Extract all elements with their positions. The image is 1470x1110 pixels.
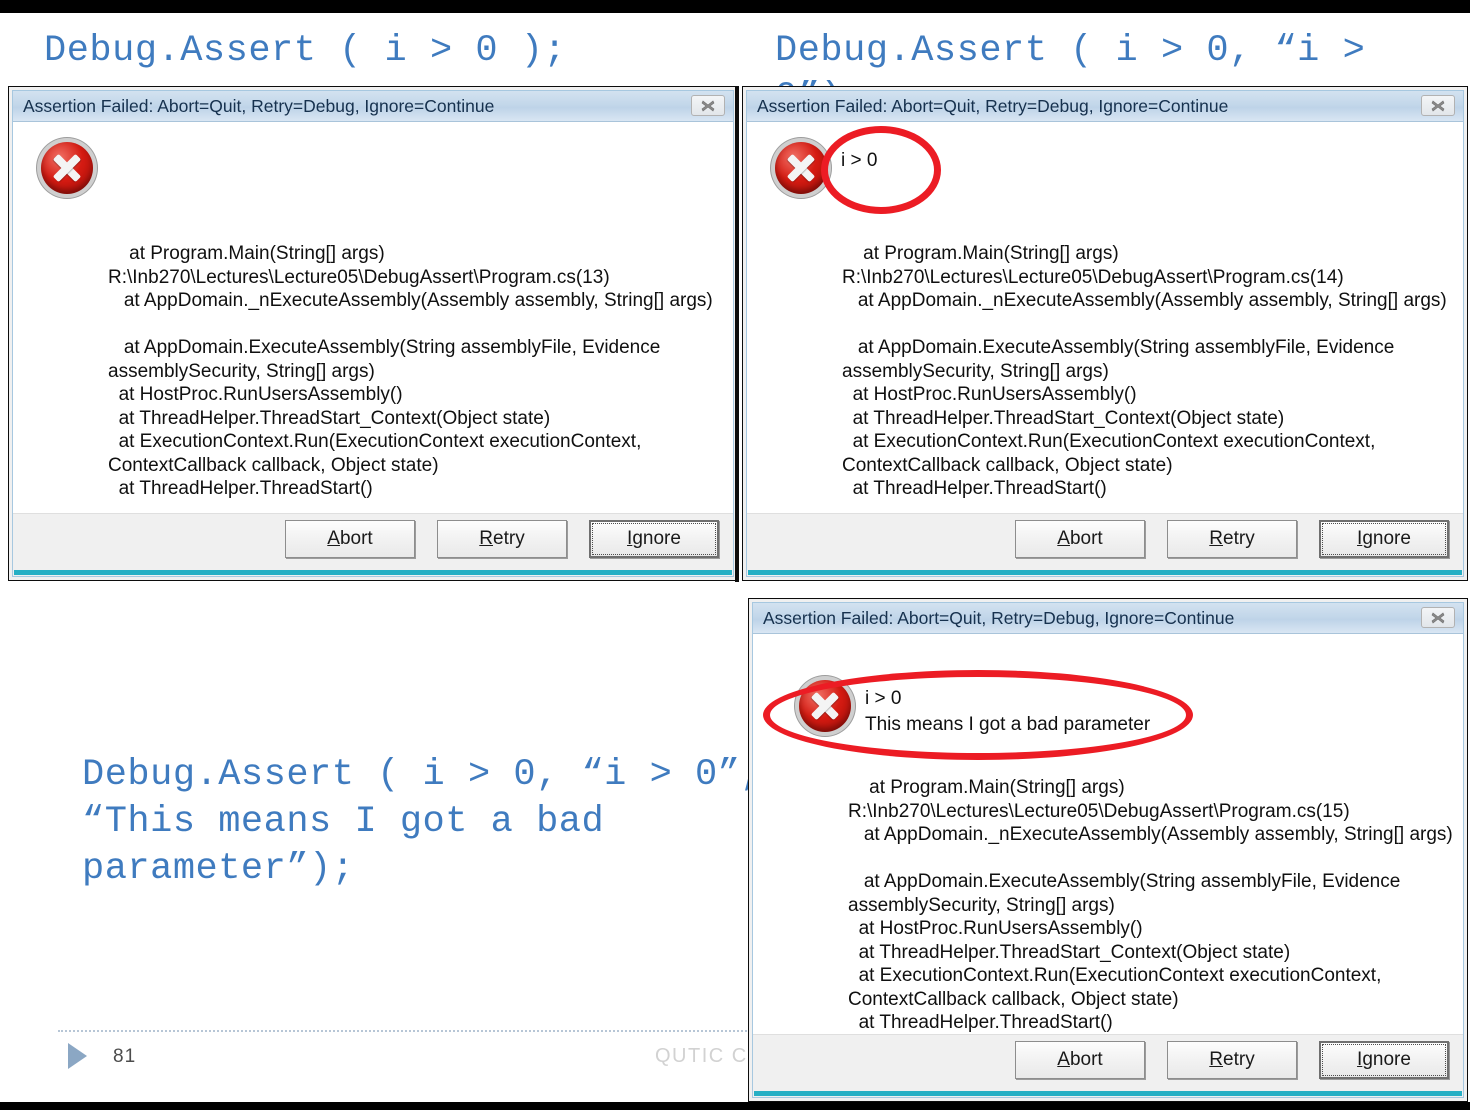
code-caption-assert-basic: Debug.Assert ( i > 0 ); bbox=[44, 30, 567, 72]
dialog-message-row: i > 0 bbox=[775, 142, 877, 194]
play-triangle-icon bbox=[68, 1043, 87, 1069]
bottom-bleed-bar bbox=[0, 1102, 1470, 1110]
retry-button[interactable]: Retry bbox=[1167, 1041, 1297, 1079]
dialog-titlebar[interactable]: Assertion Failed: Abort=Quit, Retry=Debu… bbox=[753, 603, 1463, 634]
assertion-dialog-with-message[interactable]: Assertion Failed: Abort=Quit, Retry=Debu… bbox=[742, 86, 1468, 581]
dialog-titlebar[interactable]: Assertion Failed: Abort=Quit, Retry=Debu… bbox=[13, 91, 733, 122]
dialog-button-bar: Abort Retry Ignore bbox=[753, 1034, 1463, 1097]
dialog-title: Assertion Failed: Abort=Quit, Retry=Debu… bbox=[23, 95, 495, 116]
dialog-content: i > 0 at Program.Main(String[] args) R:\… bbox=[747, 122, 1463, 514]
abort-button[interactable]: Abort bbox=[1015, 520, 1145, 558]
dialog-content: at Program.Main(String[] args) R:\Inb270… bbox=[13, 122, 733, 514]
ignore-button[interactable]: Ignore bbox=[1319, 1041, 1449, 1079]
dialog-buttons: Abort Retry Ignore bbox=[285, 520, 719, 558]
dialog-buttons: Abort Retry Ignore bbox=[1015, 520, 1449, 558]
dialog-button-bar: Abort Retry Ignore bbox=[13, 513, 733, 576]
error-circle-x-icon bbox=[775, 142, 827, 194]
dialog-bottom-accent bbox=[748, 570, 1462, 575]
ignore-button[interactable]: Ignore bbox=[589, 520, 719, 558]
abort-button[interactable]: Abort bbox=[1015, 1041, 1145, 1079]
dialog-title: Assertion Failed: Abort=Quit, Retry=Debu… bbox=[763, 607, 1235, 628]
dialog-buttons: Abort Retry Ignore bbox=[1015, 1041, 1449, 1079]
top-bleed-bar bbox=[0, 0, 1470, 13]
dialog-message-row bbox=[41, 142, 107, 194]
stack-trace: at Program.Main(String[] args) R:\Inb270… bbox=[842, 243, 1447, 499]
retry-button[interactable]: Retry bbox=[1167, 520, 1297, 558]
stack-trace: at Program.Main(String[] args) R:\Inb270… bbox=[848, 777, 1453, 1033]
dialog-frame: Assertion Failed: Abort=Quit, Retry=Debu… bbox=[746, 90, 1464, 577]
close-icon[interactable] bbox=[691, 95, 725, 116]
dialog-message-text: i > 0 bbox=[841, 150, 878, 171]
dialog-message-row: i > 0 This means I got a bad parameter bbox=[799, 680, 1150, 738]
assertion-dialog-basic[interactable]: Assertion Failed: Abort=Quit, Retry=Debu… bbox=[8, 86, 738, 581]
ignore-button[interactable]: Ignore bbox=[1319, 520, 1449, 558]
stack-trace: at Program.Main(String[] args) R:\Inb270… bbox=[108, 243, 713, 499]
error-circle-x-icon bbox=[799, 680, 851, 732]
dialog-message-text: i > 0 This means I got a bad parameter bbox=[865, 688, 1151, 735]
close-icon[interactable] bbox=[1421, 607, 1455, 628]
code-caption-assert-detail: Debug.Assert ( i > 0, “i > 0”, “This mea… bbox=[82, 754, 764, 890]
dialog-bottom-accent bbox=[754, 1091, 1462, 1096]
error-circle-x-icon bbox=[41, 142, 93, 194]
dialog-button-bar: Abort Retry Ignore bbox=[747, 513, 1463, 576]
dialog-content: i > 0 This means I got a bad parameter a… bbox=[753, 634, 1463, 1035]
assertion-dialog-with-detail[interactable]: Assertion Failed: Abort=Quit, Retry=Debu… bbox=[748, 598, 1468, 1102]
slide-page-number: 81 bbox=[113, 1046, 137, 1067]
slide-canvas: Debug.Assert ( i > 0 ); Debug.Assert ( i… bbox=[0, 0, 1470, 1110]
close-icon[interactable] bbox=[1421, 95, 1455, 116]
dialog-frame: Assertion Failed: Abort=Quit, Retry=Debu… bbox=[12, 90, 734, 577]
retry-button[interactable]: Retry bbox=[437, 520, 567, 558]
dialog-titlebar[interactable]: Assertion Failed: Abort=Quit, Retry=Debu… bbox=[747, 91, 1463, 122]
dialog-title: Assertion Failed: Abort=Quit, Retry=Debu… bbox=[757, 95, 1229, 116]
abort-button[interactable]: Abort bbox=[285, 520, 415, 558]
dialog-overlap-edge bbox=[735, 86, 739, 582]
dialog-bottom-accent bbox=[14, 570, 732, 575]
dialog-frame: Assertion Failed: Abort=Quit, Retry=Debu… bbox=[752, 602, 1464, 1098]
